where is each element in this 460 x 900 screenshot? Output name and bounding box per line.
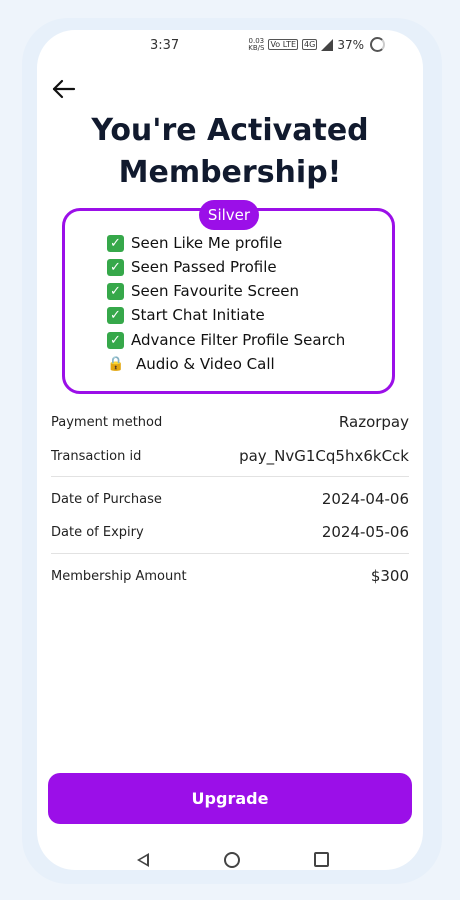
nav-back-icon[interactable] [137,853,149,867]
network-type-icon: 4G [302,39,318,50]
feature-label: Seen Passed Profile [131,258,277,276]
plan-feature-item: ✓ Seen Like Me profile [107,232,282,254]
status-time: 3:37 [150,38,180,53]
feature-label: Start Chat Initiate [131,306,265,324]
nav-home-icon[interactable] [224,852,240,868]
page-title: You're Activated Membership! [37,110,423,194]
volte-icon: Vo LTE [268,39,299,50]
status-icons: 0.03 KB/S Vo LTE 4G 37% [248,37,385,52]
feature-label: Seen Favourite Screen [131,282,300,300]
feature-label: Seen Like Me profile [131,234,283,252]
title-line-1: You're Activated [91,113,369,148]
check-mark-icon: ✓ [107,258,124,276]
upgrade-button[interactable]: Upgrade [48,773,412,824]
plan-name-badge: Silver [199,200,259,230]
arrow-left-icon [52,79,76,99]
check-mark-icon: ✓ [107,306,124,324]
signal-icon [321,38,334,51]
plan-feature-item: 🔒 Audio & Video Call [107,353,275,375]
lock-icon: 🔒 [107,356,125,372]
status-bar: 3:37 0.03 KB/S Vo LTE 4G 37% [37,30,423,60]
check-mark-icon: ✓ [107,282,124,300]
membership-amount-row: Membership Amount $300 [51,564,409,588]
plan-feature-item: ✓ Start Chat Initiate [107,304,265,326]
membership-amount-label: Membership Amount [51,568,187,584]
payment-method-value: Razorpay [338,413,409,431]
expiry-date-label: Date of Expiry [51,524,144,540]
net-speed-unit: KB/S [248,43,265,52]
net-speed-indicator: 0.03 KB/S [248,37,265,52]
plan-feature-item: ✓ Advance Filter Profile Search [107,329,345,351]
expiry-date-row: Date of Expiry 2024-05-06 [51,520,409,544]
payment-method-row: Payment method Razorpay [51,410,409,434]
membership-amount-value: $300 [370,567,409,585]
nav-recents-icon[interactable] [314,852,329,867]
plan-feature-item: ✓ Seen Passed Profile [107,256,277,278]
transaction-id-row: Transaction id pay_NvG1Cq5hx6kCck [51,444,409,468]
transaction-id-value: pay_NvG1Cq5hx6kCck [239,447,409,465]
system-nav-bar [37,845,423,870]
battery-percent: 37% [337,37,364,52]
expiry-date-value: 2024-05-06 [321,523,409,541]
app-screen: 3:37 0.03 KB/S Vo LTE 4G 37% You're Acti… [37,30,423,870]
plan-feature-item: ✓ Seen Favourite Screen [107,280,299,302]
check-mark-icon: ✓ [107,234,124,252]
feature-label: Advance Filter Profile Search [131,331,346,349]
purchase-date-label: Date of Purchase [51,491,162,507]
transaction-id-label: Transaction id [51,448,142,464]
divider [51,553,409,554]
divider [51,476,409,477]
feature-label: Audio & Video Call [136,355,275,373]
battery-icon [370,37,385,52]
purchase-date-row: Date of Purchase 2024-04-06 [51,487,409,511]
back-button[interactable] [51,76,77,102]
payment-method-label: Payment method [51,414,163,430]
title-line-2: Membership! [118,155,342,190]
check-mark-icon: ✓ [107,331,124,349]
purchase-date-value: 2024-04-06 [321,490,409,508]
